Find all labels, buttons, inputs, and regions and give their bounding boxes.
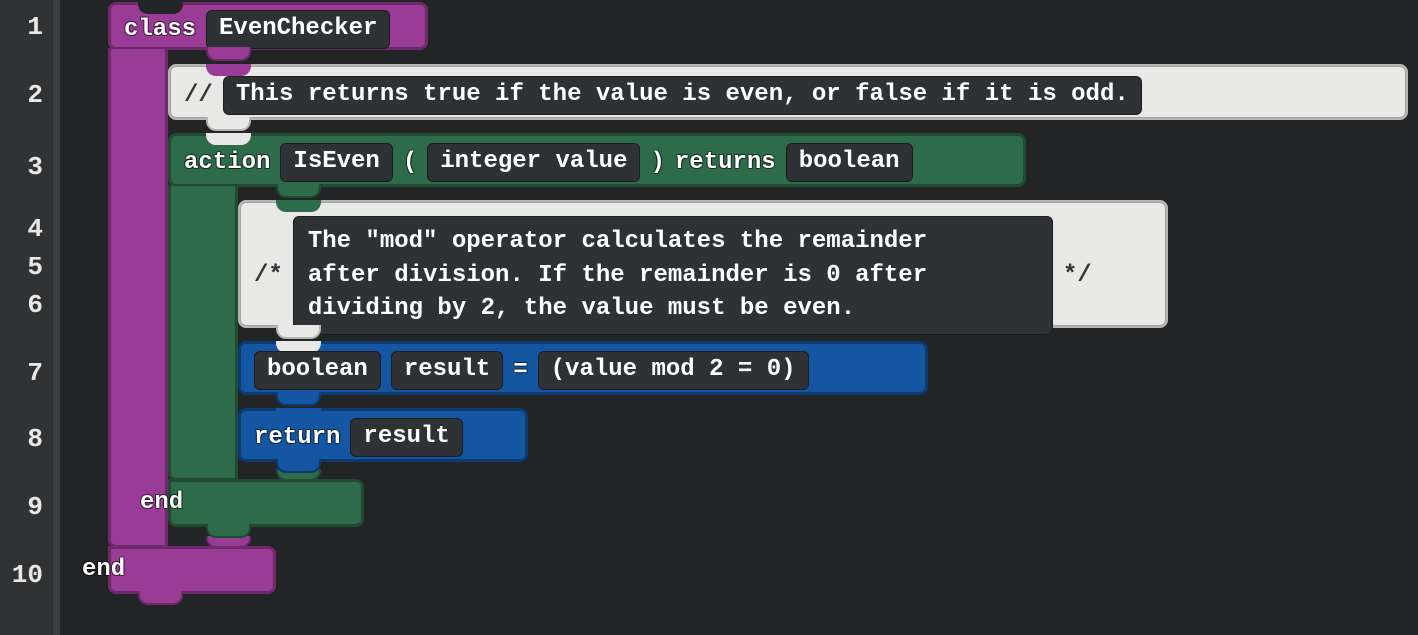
var-name-chip[interactable]: result (391, 351, 503, 390)
comment-block-single[interactable]: // This returns true if the value is eve… (168, 64, 1408, 120)
line-number: 6 (27, 290, 43, 320)
comment-block-multi[interactable]: /* The "mod" operator calculates the rem… (238, 200, 1168, 328)
comment-close-marker: */ (1063, 262, 1092, 289)
line-number: 7 (27, 358, 43, 388)
line-number: 5 (27, 252, 43, 282)
class-name-chip[interactable]: EvenChecker (206, 10, 390, 49)
action-block-footer[interactable]: end (168, 479, 364, 527)
line-number: 4 (27, 214, 43, 244)
statement-block-return[interactable]: return result (238, 408, 528, 462)
line-number: 8 (27, 424, 43, 454)
rparen: ) (650, 149, 664, 176)
returns-keyword: returns (675, 149, 776, 176)
comment-multi-text[interactable]: The "mod" operator calculates the remain… (293, 216, 1053, 335)
expression-chip[interactable]: (value mod 2 = 0) (538, 351, 809, 390)
return-keyword: return (254, 424, 340, 451)
comment-text[interactable]: This returns true if the value is even, … (223, 76, 1142, 115)
action-keyword: action (184, 149, 270, 176)
var-type-chip[interactable]: boolean (254, 351, 381, 390)
action-param-chip[interactable]: integer value (427, 143, 640, 182)
lparen: ( (403, 149, 417, 176)
statement-block-declaration[interactable]: boolean result = (value mod 2 = 0) (238, 341, 928, 395)
class-end-keyword: end (82, 556, 125, 583)
class-keyword: class (124, 16, 196, 43)
line-number: 1 (27, 12, 43, 42)
class-block-spine[interactable] (108, 48, 168, 548)
action-end-keyword: end (140, 489, 183, 516)
class-block-footer[interactable]: end (108, 546, 276, 594)
action-name-chip[interactable]: IsEven (280, 143, 392, 182)
class-block-header[interactable]: class EvenChecker (108, 2, 428, 50)
comment-open-marker: /* (254, 262, 283, 289)
code-canvas[interactable]: class EvenChecker end // This returns tr… (60, 0, 1418, 635)
line-number: 3 (27, 152, 43, 182)
line-number: 2 (27, 80, 43, 110)
action-block-spine[interactable] (168, 185, 238, 481)
action-block-header[interactable]: action IsEven ( integer value ) returns … (168, 133, 1026, 187)
line-number-gutter: 1 2 3 4 5 6 7 8 9 10 (0, 0, 55, 635)
line-number: 10 (12, 560, 43, 590)
return-expr-chip[interactable]: result (350, 418, 462, 457)
equals-sign: = (513, 357, 527, 384)
line-number: 9 (27, 492, 43, 522)
comment-marker: // (184, 82, 213, 109)
return-type-chip[interactable]: boolean (786, 143, 913, 182)
